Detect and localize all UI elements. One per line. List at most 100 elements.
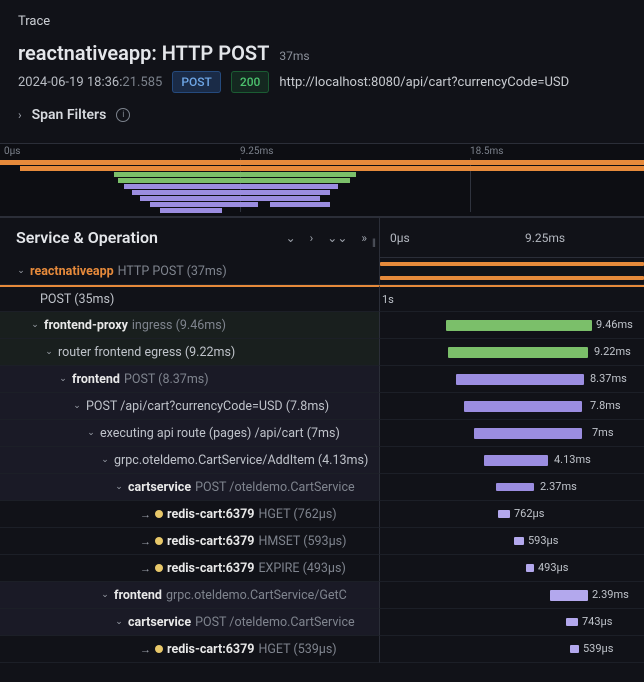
span-row[interactable]: → redis-cart:6379 HMSET (593μs) 593μs bbox=[0, 528, 644, 555]
timeline-tick-0: 0μs bbox=[390, 231, 410, 245]
minimap-tick-2: 18.5ms bbox=[470, 146, 503, 157]
duration-label: 8.37ms bbox=[590, 372, 627, 385]
service-name: frontend bbox=[72, 372, 120, 387]
caret-down-icon[interactable]: ⌄ bbox=[100, 590, 110, 600]
minimap-tick-0: 0μs bbox=[4, 146, 20, 157]
operation-name: EXPIRE (493μs) bbox=[258, 561, 345, 576]
service-name: reactnativeapp bbox=[30, 264, 114, 279]
operation-name: grpc.oteldemo.CartService/GetC bbox=[166, 588, 347, 603]
caret-down-icon[interactable]: ⌄ bbox=[72, 401, 82, 411]
dot-icon bbox=[155, 645, 163, 653]
span-row[interactable]: POST (35ms) 1s bbox=[0, 285, 644, 312]
arrow-right-icon: → bbox=[140, 562, 151, 575]
span-bar bbox=[526, 564, 534, 572]
duration-label: 9.22ms bbox=[594, 345, 631, 358]
span-bar bbox=[446, 320, 592, 331]
double-chevron-right-icon[interactable]: » bbox=[361, 231, 367, 245]
trace-minimap[interactable]: 0μs 9.25ms 18.5ms bbox=[0, 143, 644, 217]
dot-icon bbox=[155, 564, 163, 572]
arrow-right-icon: → bbox=[140, 508, 151, 521]
arrow-right-icon: → bbox=[140, 643, 151, 656]
operation-name: HMSET (593μs) bbox=[258, 534, 346, 549]
span-bar bbox=[496, 483, 534, 491]
span-bar bbox=[514, 537, 524, 545]
timeline-tick-1: 9.25ms bbox=[525, 231, 565, 245]
service-name: cartservice bbox=[128, 615, 191, 630]
operation-name: POST /api/cart?currencyCode=USD (7.8ms) bbox=[86, 399, 329, 414]
duration-label: 493μs bbox=[538, 561, 568, 574]
dot-icon bbox=[155, 537, 163, 545]
service-name: redis-cart:6379 bbox=[167, 534, 254, 549]
span-row[interactable]: ⌄ POST /api/cart?currencyCode=USD (7.8ms… bbox=[0, 393, 644, 420]
span-row[interactable]: ⌄ cartservice POST /oteldemo.CartService… bbox=[0, 474, 644, 501]
span-row[interactable]: ⌄ frontend POST (8.37ms) 8.37ms bbox=[0, 366, 644, 393]
service-name: cartservice bbox=[128, 480, 191, 495]
minimap-tick-1: 9.25ms bbox=[240, 146, 273, 157]
span-bar bbox=[464, 401, 582, 412]
operation-name: HGET (762μs) bbox=[258, 507, 336, 522]
span-bar bbox=[448, 347, 588, 358]
caret-down-icon[interactable]: ⌄ bbox=[114, 617, 124, 627]
caret-down-icon[interactable]: ⌄ bbox=[16, 266, 26, 276]
operation-name: executing api route (pages) /api/cart (7… bbox=[100, 426, 340, 441]
span-row[interactable]: ⌄ cartservice POST /oteldemo.CartService… bbox=[0, 609, 644, 636]
span-row[interactable]: ⌄ executing api route (pages) /api/cart … bbox=[0, 420, 644, 447]
http-status-badge: 200 bbox=[231, 71, 269, 93]
caret-down-icon[interactable]: ⌄ bbox=[30, 320, 40, 330]
span-bar bbox=[550, 590, 588, 601]
span-bar bbox=[380, 276, 644, 280]
span-bar bbox=[474, 428, 582, 439]
span-bar bbox=[380, 262, 644, 266]
chevron-right-icon[interactable]: › bbox=[310, 231, 314, 245]
duration-label: 9.46ms bbox=[596, 318, 633, 331]
trace-title: reactnativeapp: HTTP POST bbox=[18, 41, 269, 65]
duration-label: 7ms bbox=[592, 426, 614, 439]
span-row[interactable]: ⌄ grpc.oteldemo.CartService/AddItem (4.1… bbox=[0, 447, 644, 474]
duration-label: 7.8ms bbox=[590, 399, 621, 412]
operation-name: POST /oteldemo.CartService bbox=[195, 480, 355, 495]
column-resize-handle[interactable]: || bbox=[372, 238, 375, 249]
trace-duration: 37ms bbox=[279, 49, 309, 63]
duration-label: 743μs bbox=[582, 615, 612, 628]
arrow-right-icon: → bbox=[140, 535, 151, 548]
service-name: redis-cart:6379 bbox=[167, 642, 254, 657]
info-icon[interactable]: i bbox=[116, 108, 130, 122]
duration-label: 762μs bbox=[514, 507, 544, 520]
duration-label: 4.13ms bbox=[554, 453, 591, 466]
span-row[interactable]: → redis-cart:6379 HGET (539μs) 539μs bbox=[0, 636, 644, 663]
span-row[interactable]: ⌄ frontend grpc.oteldemo.CartService/Get… bbox=[0, 582, 644, 609]
chevron-right-icon[interactable]: › bbox=[18, 108, 22, 122]
span-row[interactable]: ⌄ frontend-proxy ingress (9.46ms) 9.46ms bbox=[0, 312, 644, 339]
span-row[interactable]: ⌄ reactnativeapp HTTP POST (37ms) bbox=[0, 258, 644, 285]
caret-down-icon[interactable]: ⌄ bbox=[86, 428, 96, 438]
operation-name: POST (8.37ms) bbox=[124, 372, 209, 387]
operation-name: ingress (9.46ms) bbox=[132, 318, 226, 333]
service-name: frontend-proxy bbox=[44, 318, 128, 333]
span-filters-label[interactable]: Span Filters bbox=[32, 107, 107, 123]
http-method-badge: POST bbox=[172, 71, 221, 93]
double-chevron-down-icon[interactable]: ⌄⌄ bbox=[327, 231, 347, 245]
timestamp: 2024-06-19 18:36:21.585 bbox=[18, 75, 162, 90]
caret-down-icon[interactable]: ⌄ bbox=[44, 347, 54, 357]
span-row[interactable]: ⌄ router frontend egress (9.22ms) 9.22ms bbox=[0, 339, 644, 366]
span-tree: ⌄ reactnativeapp HTTP POST (37ms) POST (… bbox=[0, 258, 644, 663]
operation-name: POST /oteldemo.CartService bbox=[195, 615, 355, 630]
span-row[interactable]: → redis-cart:6379 EXPIRE (493μs) 493μs bbox=[0, 555, 644, 582]
operation-name: HTTP POST (37ms) bbox=[118, 264, 227, 279]
chevron-down-icon[interactable]: ⌄ bbox=[286, 231, 296, 245]
caret-down-icon[interactable]: ⌄ bbox=[58, 374, 68, 384]
operation-name: POST (35ms) bbox=[40, 292, 114, 307]
operation-name: HGET (539μs) bbox=[258, 642, 336, 657]
service-name: frontend bbox=[114, 588, 162, 603]
span-row[interactable]: → redis-cart:6379HGET (762μs) 762μs bbox=[0, 501, 644, 528]
span-bar bbox=[570, 645, 579, 653]
service-operation-header: Service & Operation bbox=[16, 228, 158, 247]
caret-down-icon[interactable]: ⌄ bbox=[100, 455, 110, 465]
panel-title: Trace bbox=[18, 14, 626, 29]
caret-down-icon[interactable]: ⌄ bbox=[114, 482, 124, 492]
service-name: redis-cart:6379 bbox=[167, 561, 254, 576]
duration-label: 593μs bbox=[528, 534, 558, 547]
span-bar bbox=[566, 618, 578, 626]
operation-name: grpc.oteldemo.CartService/AddItem (4.13m… bbox=[114, 453, 368, 468]
duration-label: 539μs bbox=[583, 642, 613, 655]
